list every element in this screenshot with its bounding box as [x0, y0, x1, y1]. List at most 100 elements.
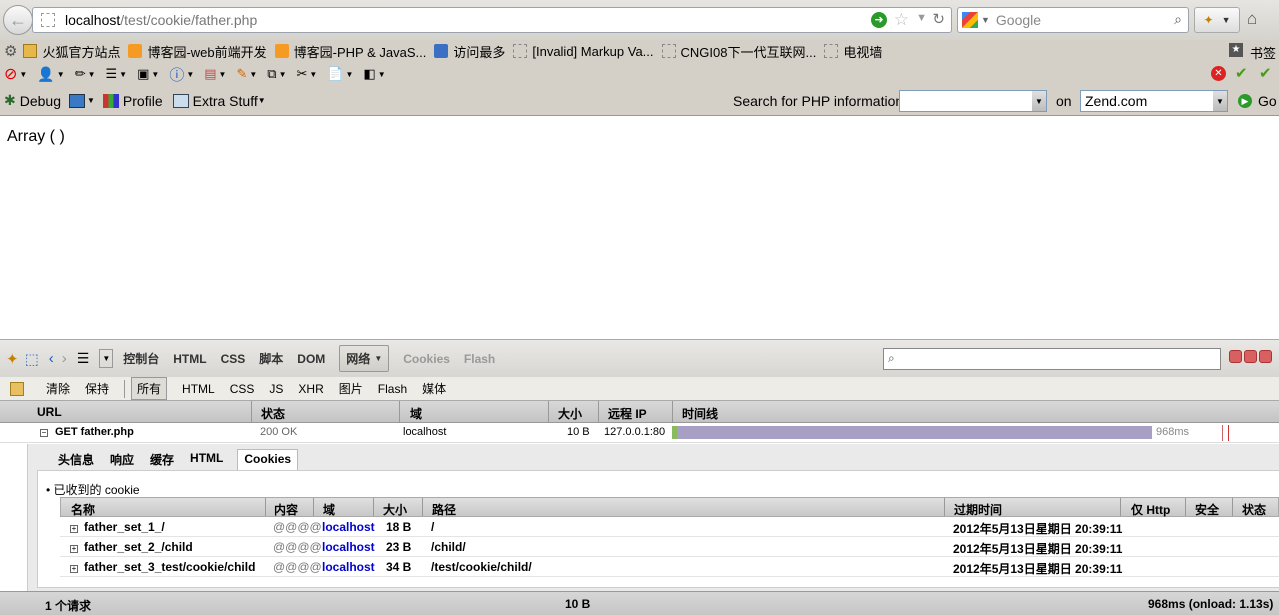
- site-select[interactable]: Zend.com ▼: [1080, 90, 1228, 112]
- css-valid-check-icon[interactable]: ✔: [1235, 64, 1248, 82]
- tab-network-dropdown-icon[interactable]: ▼: [374, 354, 382, 363]
- firebug-search-input[interactable]: ⌕: [883, 348, 1221, 370]
- google-engine-icon[interactable]: [962, 12, 978, 28]
- go-icon[interactable]: ▶: [1238, 94, 1252, 108]
- close-firebug-icon[interactable]: [1259, 350, 1272, 363]
- cookie-col-state[interactable]: 状态: [1242, 501, 1266, 518]
- cookie-col-path[interactable]: 路径: [432, 501, 456, 518]
- go-label[interactable]: Go: [1258, 93, 1277, 109]
- cookie-col-content[interactable]: 内容: [274, 501, 298, 518]
- history-dropdown-icon[interactable]: ▼: [916, 12, 927, 24]
- col-remote-ip[interactable]: 远程 IP: [608, 405, 647, 422]
- firebug-dropdown-icon[interactable]: ▼: [1222, 15, 1231, 25]
- resize-icon[interactable]: ⧉ ▼: [267, 66, 286, 82]
- bookmark-star-icon[interactable]: ☆: [894, 10, 909, 30]
- user-icon[interactable]: 👤 ▼: [37, 66, 64, 83]
- tab-network[interactable]: 网络 ▼: [339, 345, 390, 372]
- disable-icon[interactable]: ⊘ ▼: [4, 64, 27, 84]
- detail-tab[interactable]: 响应: [108, 449, 136, 470]
- col-domain[interactable]: 域: [410, 405, 422, 422]
- url-bar[interactable]: localhost/test/cookie/father.php ➜ ☆ ▼ ↻: [32, 7, 952, 33]
- network-filter-tab[interactable]: XHR: [298, 382, 323, 396]
- cookie-col-name[interactable]: 名称: [71, 501, 95, 518]
- firebug-tab-disabled[interactable]: Cookies: [403, 352, 450, 366]
- misc-icon[interactable]: ▤ ▼: [204, 66, 226, 82]
- minimize-icon[interactable]: [1229, 350, 1242, 363]
- network-filter-tab[interactable]: 所有: [131, 377, 168, 400]
- settings-gear-icon[interactable]: ⚙: [4, 42, 17, 60]
- pencil-icon[interactable]: ✏ ▼: [75, 66, 96, 82]
- firebug-toolbar-button[interactable]: ✦ ▼: [1194, 7, 1240, 33]
- options-icon[interactable]: ◧ ▼: [363, 66, 385, 82]
- bookmark-item[interactable]: 博客园-web前端开发: [128, 42, 267, 61]
- cookie-row[interactable]: + father_set_3_test/cookie/child @@@@ local…: [60, 557, 1279, 577]
- panel-dropdown-icon[interactable]: ▼: [99, 349, 114, 368]
- detail-tab-cookies[interactable]: Cookies: [237, 449, 299, 470]
- detail-tab[interactable]: HTML: [188, 449, 225, 470]
- cookie-col-expires[interactable]: 过期时间: [954, 501, 1002, 518]
- network-filter-tab[interactable]: CSS: [230, 382, 255, 396]
- back-button[interactable]: ←: [3, 5, 33, 35]
- profile-label[interactable]: Profile: [123, 93, 163, 109]
- home-icon[interactable]: ⌂: [1247, 9, 1257, 29]
- detail-tab[interactable]: 缓存: [148, 449, 176, 470]
- cookie-col-http-only[interactable]: 仅 Http: [1131, 501, 1170, 518]
- expand-icon[interactable]: +: [70, 525, 78, 533]
- html-valid-check-icon[interactable]: ✔: [1259, 64, 1272, 82]
- bookmark-item[interactable]: CNGI08下一代互联网...: [661, 42, 816, 61]
- cookie-col-domain[interactable]: 域: [323, 501, 335, 518]
- bookmark-item[interactable]: 博客园-PHP & JavaS...: [274, 42, 426, 61]
- bookmark-item[interactable]: 访问最多: [434, 42, 505, 61]
- screen-dropdown-icon[interactable]: ▼: [87, 96, 95, 105]
- search-box[interactable]: ▼ Google ⌕: [957, 7, 1189, 33]
- network-filter-tab[interactable]: HTML: [182, 382, 215, 396]
- info-icon[interactable]: ⓘ ▼: [169, 64, 194, 85]
- expand-icon[interactable]: +: [70, 545, 78, 553]
- firebug-tab[interactable]: 脚本: [259, 350, 283, 367]
- site-select-dropdown-icon[interactable]: ▼: [1213, 91, 1227, 111]
- cookie-domain[interactable]: localhost: [322, 540, 375, 554]
- timeline-bar[interactable]: [672, 426, 1152, 439]
- network-filter-tab[interactable]: 清除: [46, 380, 70, 397]
- network-filter-tab[interactable]: 图片: [339, 380, 363, 397]
- xhr-icon[interactable]: [10, 381, 24, 396]
- bookmarks-menu-label[interactable]: 书签: [1250, 43, 1276, 62]
- debug-label[interactable]: Debug: [20, 93, 61, 109]
- cookie-col-size[interactable]: 大小: [383, 501, 407, 518]
- bookmark-item[interactable]: 电视墙: [824, 42, 882, 61]
- firebug-tab[interactable]: CSS: [221, 352, 246, 366]
- inspect-icon[interactable]: ⬚: [25, 350, 39, 368]
- view-source-icon[interactable]: 📄 ▼: [327, 66, 353, 82]
- error-icon[interactable]: ✕: [1211, 66, 1226, 81]
- firebug-tab[interactable]: 控制台: [123, 350, 159, 367]
- detach-icon[interactable]: [1244, 350, 1257, 363]
- firebug-tab[interactable]: DOM: [297, 352, 325, 366]
- extra-stuff-dropdown-icon[interactable]: ▼: [258, 96, 266, 105]
- bookmark-item[interactable]: [Invalid] Markup Va...: [513, 44, 654, 59]
- image-icon[interactable]: ▣ ▼: [137, 66, 159, 82]
- bookmark-item[interactable]: 火狐官方站点: [23, 42, 120, 61]
- col-url[interactable]: URL: [37, 405, 62, 419]
- firebug-menu-icon[interactable]: ✦: [6, 350, 19, 368]
- go-arrow-icon[interactable]: ➜: [871, 12, 887, 28]
- tools-icon[interactable]: ✂ ▼: [297, 66, 318, 82]
- cookie-domain[interactable]: localhost: [322, 560, 375, 574]
- nav-forward-icon[interactable]: ›: [62, 350, 67, 367]
- php-search-dropdown-icon[interactable]: ▼: [1032, 91, 1046, 111]
- outline-icon[interactable]: ✎ ▼: [236, 66, 257, 82]
- bookmarks-menu-icon[interactable]: ★: [1229, 43, 1243, 57]
- request-url[interactable]: GET father.php: [55, 426, 134, 438]
- cookie-col-secure[interactable]: 安全: [1195, 501, 1219, 518]
- cookie-row[interactable]: + father_set_1_/ @@@@ localhost 18 B / 2012年5月…: [60, 517, 1279, 537]
- firebug-tab-disabled[interactable]: Flash: [464, 352, 495, 366]
- col-timeline[interactable]: 时间线: [682, 405, 718, 422]
- network-filter-tab[interactable]: Flash: [378, 382, 407, 396]
- php-search-input[interactable]: ▼: [899, 90, 1047, 112]
- profile-icon[interactable]: [102, 93, 119, 108]
- firebug-tab[interactable]: HTML: [173, 352, 206, 366]
- expand-icon[interactable]: +: [70, 565, 78, 573]
- extra-stuff-icon[interactable]: [172, 93, 189, 108]
- cookie-domain[interactable]: localhost: [322, 520, 375, 534]
- extra-stuff-label[interactable]: Extra Stuff: [193, 93, 258, 109]
- site-identity-icon[interactable]: [41, 13, 55, 27]
